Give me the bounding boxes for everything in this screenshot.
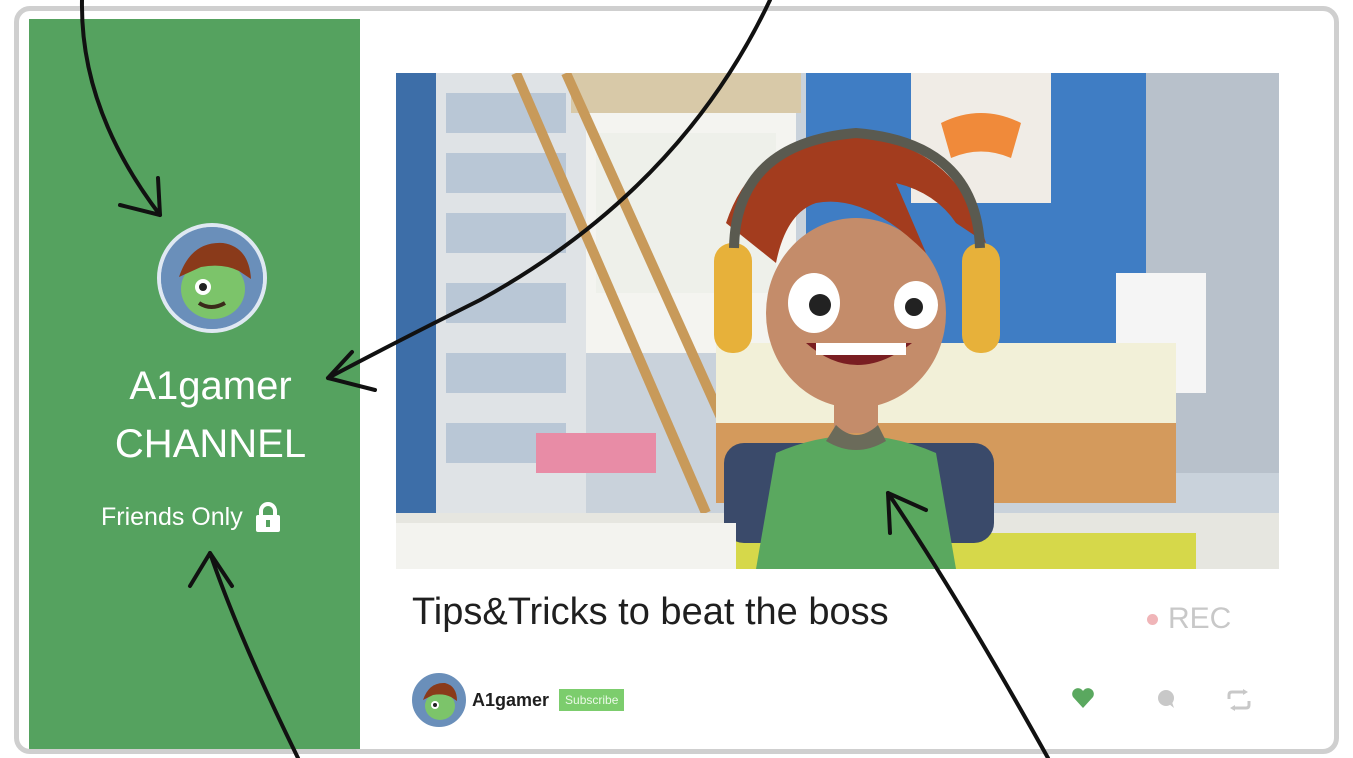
channel-avatar[interactable] [157, 223, 267, 333]
rec-label: REC [1168, 602, 1232, 635]
rec-dot-icon [1147, 613, 1158, 625]
privacy-label: Friends Only [101, 502, 243, 531]
video-scene-image [396, 73, 1279, 569]
cartoon-avatar-icon [161, 227, 263, 329]
channel-name-line2: CHANNEL [114, 422, 307, 466]
share-button[interactable] [1225, 689, 1253, 716]
author-row: A1gamer Subscribe [412, 673, 625, 727]
privacy-status[interactable]: Friends Only [101, 499, 281, 535]
lock-icon [255, 502, 280, 532]
video-title: Tips&Tricks to beat the boss [412, 591, 889, 633]
cartoon-avatar-icon [415, 676, 463, 724]
author-name[interactable]: A1gamer [472, 690, 549, 711]
video-thumbnail[interactable] [396, 73, 1279, 569]
subscribe-button[interactable]: Subscribe [559, 689, 625, 711]
like-button[interactable] [1071, 687, 1095, 714]
heart-icon [1072, 688, 1094, 708]
app-frame: A1gamer CHANNEL Friends Only Tips&Tricks… [14, 6, 1339, 754]
comment-icon [1158, 690, 1174, 708]
share-icon [1227, 689, 1251, 711]
recording-indicator: REC [1147, 602, 1231, 636]
channel-name-line1: A1gamer [129, 364, 292, 408]
comment-button[interactable] [1155, 689, 1177, 714]
author-avatar[interactable] [412, 673, 466, 727]
